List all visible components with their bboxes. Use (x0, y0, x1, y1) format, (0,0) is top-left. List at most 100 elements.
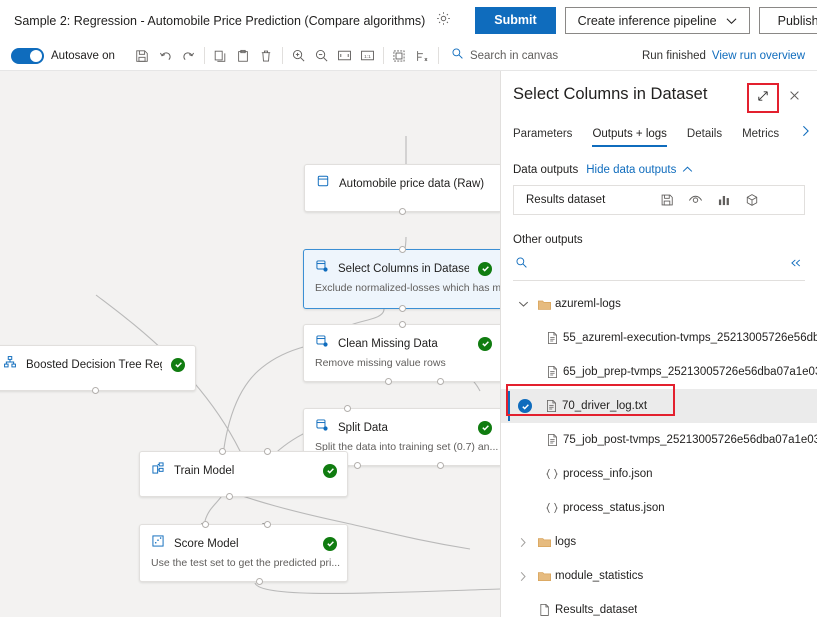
tree-item-label: 70_driver_log.txt (562, 400, 647, 412)
pipeline-canvas[interactable]: Automobile price data (Raw) Select Colum… (0, 71, 500, 617)
autosave-toggle[interactable] (11, 48, 44, 64)
canvas-node-select-columns-in-dataset[interactable]: Select Columns in Dataset Exclude normal… (303, 249, 500, 309)
submit-button[interactable]: Submit (475, 7, 555, 34)
canvas-node-clean-missing-data[interactable]: Clean Missing Data Remove missing value … (303, 324, 500, 382)
redo-icon[interactable] (177, 44, 200, 67)
tree-file-process-status-json[interactable]: process_status.json (501, 491, 817, 525)
search-icon (451, 47, 464, 65)
panel-header: Select Columns in Dataset (501, 71, 817, 113)
search-in-canvas-input[interactable]: Search in canvas (470, 50, 558, 62)
close-panel-button[interactable] (781, 86, 807, 110)
canvas-node-boosted-decision-tree-regression[interactable]: Boosted Decision Tree Regre... (0, 345, 196, 391)
auto-layout-icon[interactable] (411, 44, 434, 67)
chevron-right-icon[interactable] (513, 537, 533, 548)
tree-file-70-driver-log[interactable]: 70_driver_log.txt (501, 389, 817, 423)
status-badge-completed (323, 537, 337, 551)
panel-tabs: Parameters Outputs + logs Details Metric… (501, 124, 817, 147)
canvas-node-train-model[interactable]: Train Model (139, 451, 348, 497)
node-output-port-left[interactable] (385, 378, 392, 385)
chevron-down-icon[interactable] (513, 300, 533, 308)
view-run-overview-link[interactable]: View run overview (712, 50, 805, 62)
module-details-panel: Select Columns in Dataset (500, 71, 817, 617)
expand-panel-button[interactable] (750, 86, 776, 110)
zoom-to-fit-icon[interactable] (333, 44, 356, 67)
text-file-icon (541, 365, 563, 379)
tree-item-label: 75_job_post-tvmps_25213005726e56dba07a1e… (563, 434, 817, 446)
node-subtitle: Exclude normalized-losses which has many (304, 278, 500, 303)
node-output-port[interactable] (226, 493, 233, 500)
delete-icon[interactable] (255, 44, 278, 67)
node-header: Score Model (140, 525, 347, 553)
tree-file-65-job-prep[interactable]: 65_job_prep-tvmps_25213005726e56dba07a1e… (501, 355, 817, 389)
data-outputs-label: Data outputs (513, 164, 578, 176)
settings-gear-button[interactable] (436, 11, 451, 31)
create-inference-pipeline-label: Create inference pipeline (578, 14, 717, 28)
copy-icon[interactable] (209, 44, 232, 67)
node-output-port[interactable] (92, 387, 99, 394)
canvas-node-automobile-price-data-raw[interactable]: Automobile price data (Raw) (304, 164, 500, 212)
node-output-port-right[interactable] (437, 462, 444, 469)
node-input-port[interactable] (344, 405, 351, 412)
toolbar-divider (204, 47, 205, 64)
register-icon[interactable] (745, 193, 759, 207)
status-badge-completed (478, 262, 492, 276)
visualize-icon[interactable] (717, 193, 731, 207)
node-input-port[interactable] (399, 321, 406, 328)
node-output-port-right[interactable] (437, 378, 444, 385)
other-outputs-label: Other outputs (501, 234, 817, 246)
tree-file-results-dataset[interactable]: Results_dataset (501, 593, 817, 617)
folder-open-icon (533, 298, 555, 311)
autosave-toggle-group[interactable]: Autosave on (11, 48, 115, 64)
tree-item-label: azureml-logs (555, 298, 621, 310)
search-in-canvas-group[interactable]: Search in canvas (451, 47, 558, 65)
run-status-group: Run finished View run overview (642, 50, 805, 62)
module-icon (315, 418, 329, 437)
tree-file-75-job-post[interactable]: 75_job_post-tvmps_25213005726e56dba07a1e… (501, 423, 817, 457)
node-input-port[interactable] (399, 246, 406, 253)
create-inference-pipeline-button[interactable]: Create inference pipeline (565, 7, 750, 34)
tree-file-55-azureml-execution[interactable]: 55_azureml-execution-tvmps_25213005726e5… (501, 321, 817, 355)
other-outputs-search-row[interactable] (513, 253, 805, 281)
tree-item-label: process_info.json (563, 468, 653, 480)
text-file-icon (541, 433, 563, 447)
zoom-actual-size-icon[interactable]: 1:1 (356, 44, 379, 67)
tab-metrics[interactable]: Metrics (742, 124, 789, 147)
node-header: Boosted Decision Tree Regre... (0, 346, 195, 383)
paste-icon[interactable] (232, 44, 255, 67)
node-input-port-left[interactable] (219, 448, 226, 455)
select-all-icon[interactable] (388, 44, 411, 67)
node-output-port-left[interactable] (354, 462, 361, 469)
save-dataset-icon[interactable] (660, 193, 674, 207)
collapse-all-icon[interactable] (789, 256, 803, 274)
hide-data-outputs-toggle[interactable]: Hide data outputs (586, 164, 693, 176)
expand-icon (756, 89, 770, 108)
tab-outputs-logs[interactable]: Outputs + logs (592, 124, 676, 147)
tab-details[interactable]: Details (687, 124, 732, 147)
tree-folder-module-statistics[interactable]: module_statistics (501, 559, 817, 593)
zoom-in-icon[interactable] (287, 44, 310, 67)
node-input-port-right[interactable] (264, 521, 271, 528)
folder-icon (533, 570, 555, 583)
tree-folder-azureml-logs[interactable]: azureml-logs (501, 287, 817, 321)
canvas-node-score-model[interactable]: Score Model Use the test set to get the … (139, 524, 348, 582)
tree-item-label: module_statistics (555, 570, 643, 582)
tree-folder-logs[interactable]: logs (501, 525, 817, 559)
node-output-port[interactable] (399, 208, 406, 215)
publish-button[interactable]: Publish (759, 7, 817, 34)
chevron-right-icon[interactable] (799, 124, 812, 147)
tree-file-process-info-json[interactable]: process_info.json (501, 457, 817, 491)
save-icon[interactable] (131, 44, 154, 67)
tab-parameters[interactable]: Parameters (513, 124, 582, 147)
undo-icon[interactable] (154, 44, 177, 67)
other-outputs-search-input[interactable] (535, 259, 789, 271)
node-output-port[interactable] (399, 305, 406, 312)
node-input-port-left[interactable] (202, 521, 209, 528)
toolbar-icon-group: 1:1 (131, 44, 434, 67)
node-input-port-right[interactable] (264, 448, 271, 455)
chevron-right-icon[interactable] (513, 571, 533, 582)
pipeline-designer-window: Sample 2: Regression - Automobile Price … (0, 0, 817, 617)
zoom-out-icon[interactable] (310, 44, 333, 67)
svg-text:1:1: 1:1 (364, 54, 371, 60)
preview-icon[interactable] (688, 194, 703, 207)
node-output-port[interactable] (256, 578, 263, 585)
